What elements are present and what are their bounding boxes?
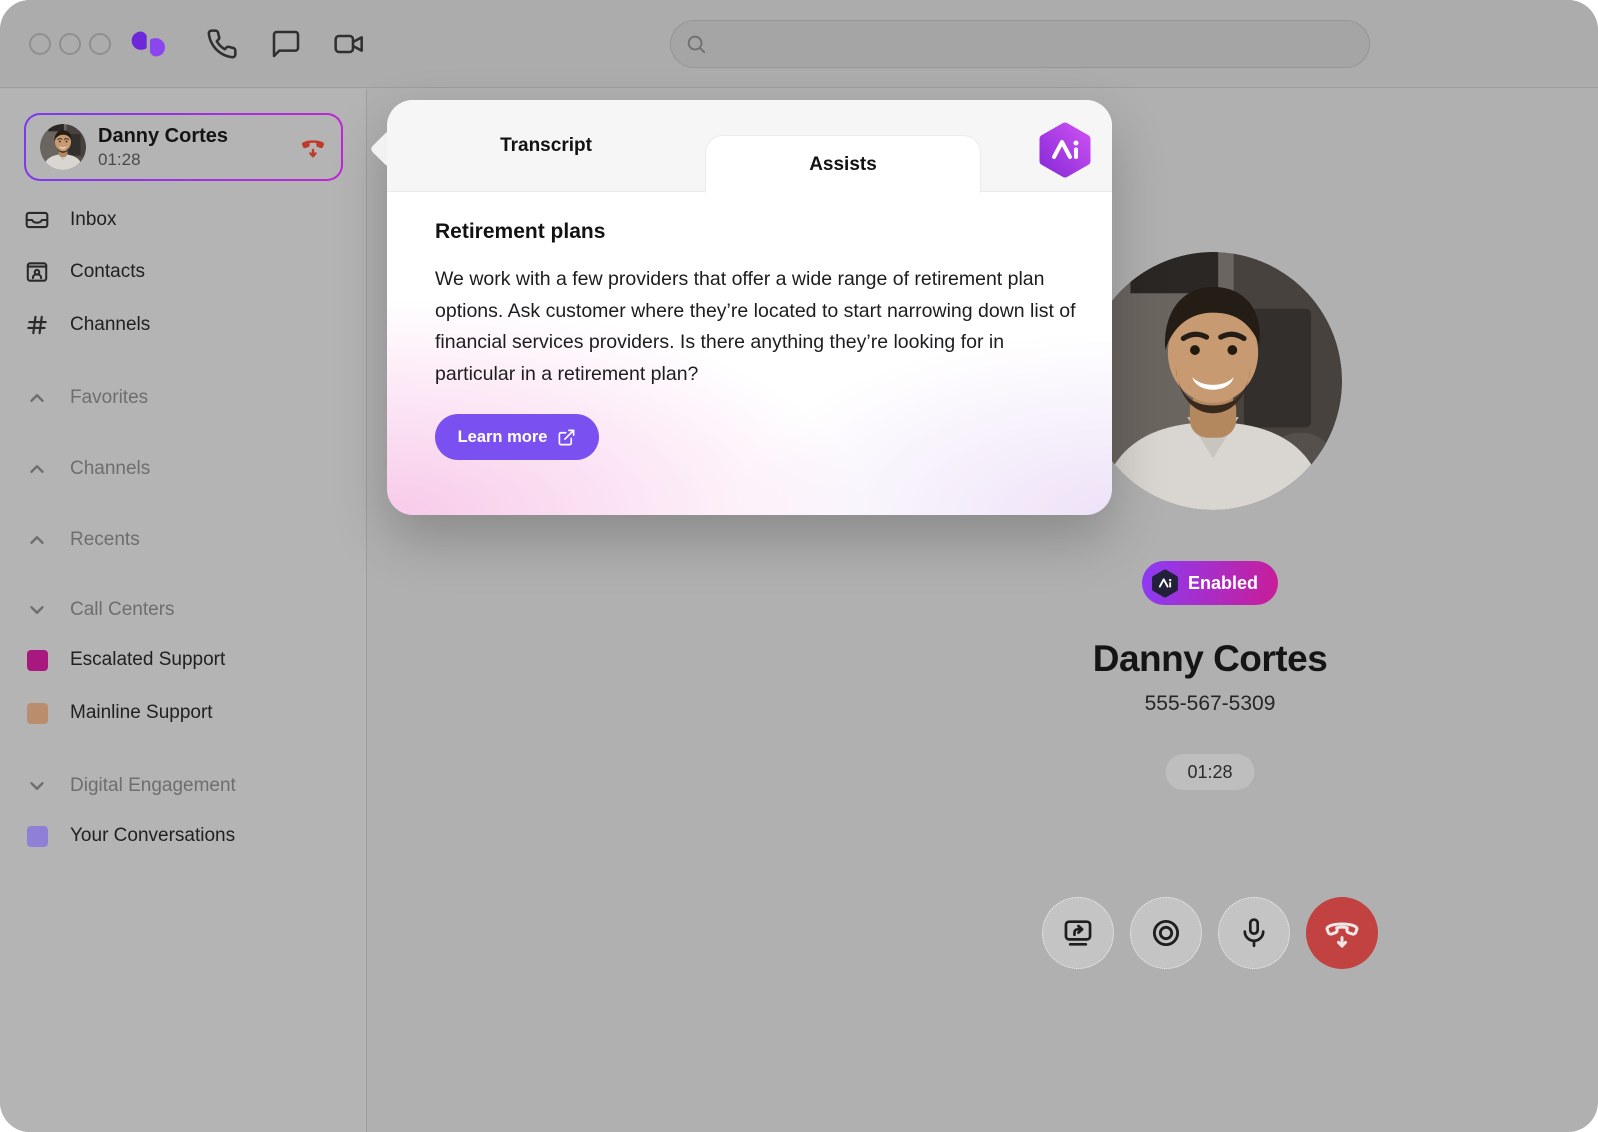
chat-icon[interactable] — [270, 28, 302, 60]
chevron-down-icon — [24, 773, 50, 799]
search-icon — [685, 33, 707, 55]
active-call-timer: 01:28 — [98, 150, 299, 170]
tab-label: Assists — [809, 154, 877, 176]
hash-icon — [24, 312, 50, 338]
learn-more-label: Learn more — [458, 428, 548, 447]
ai-assist-card: Transcript Assists — [387, 100, 1112, 515]
sidebar-item-channels[interactable]: Channels — [24, 305, 356, 345]
video-icon[interactable] — [333, 28, 365, 60]
assist-card-tabs: Transcript Assists — [387, 100, 1112, 192]
screen-share-button[interactable] — [1042, 897, 1114, 969]
chevron-down-icon — [24, 597, 50, 623]
ai-badge-label: Enabled — [1188, 573, 1258, 594]
sidebar-item-your-conversations[interactable]: Your Conversations — [24, 816, 356, 856]
sidebar-group-label: Channels — [70, 458, 150, 480]
caller-phone: 555-567-5309 — [1145, 692, 1276, 716]
sidebar-group-call-centers[interactable]: Call Centers — [24, 590, 356, 630]
sidebar-group-favorites[interactable]: Favorites — [24, 378, 356, 418]
title-bar — [0, 0, 1598, 88]
hangup-icon[interactable] — [299, 132, 327, 162]
sidebar-group-digital-engagement[interactable]: Digital Engagement — [24, 766, 356, 806]
record-icon — [1149, 916, 1183, 950]
active-call-name: Danny Cortes — [98, 125, 299, 148]
sidebar-group-label: Call Centers — [70, 599, 175, 621]
channel-color-swatch — [24, 700, 50, 726]
contacts-icon — [24, 259, 50, 285]
sidebar-item-label: Escalated Support — [70, 649, 225, 671]
sidebar-group-label: Favorites — [70, 387, 148, 409]
call-timer-pill: 01:28 — [1165, 754, 1254, 790]
hangup-icon — [1322, 913, 1362, 953]
external-link-icon — [557, 428, 576, 447]
app-window: Danny Cortes 01:28 Inbox — [0, 0, 1598, 1132]
search-input[interactable] — [715, 34, 1369, 54]
sidebar-item-label: Inbox — [70, 209, 116, 231]
mute-button[interactable] — [1218, 897, 1290, 969]
learn-more-button[interactable]: Learn more — [435, 414, 599, 460]
sidebar-item-escalated-support[interactable]: Escalated Support — [24, 640, 356, 680]
active-call-card[interactable]: Danny Cortes 01:28 — [24, 113, 343, 181]
sidebar-item-label: Channels — [70, 314, 150, 336]
tab-assists[interactable]: Assists — [705, 135, 981, 193]
tab-transcript[interactable]: Transcript — [387, 100, 705, 192]
ai-enabled-badge[interactable]: Enabled — [1142, 561, 1278, 605]
hangup-button[interactable] — [1306, 897, 1378, 969]
sidebar-item-contacts[interactable]: Contacts — [24, 252, 356, 292]
mic-icon — [1237, 916, 1271, 950]
sidebar-item-label: Your Conversations — [70, 825, 235, 847]
avatar — [40, 124, 86, 170]
window-close-button[interactable] — [29, 33, 51, 55]
sidebar-item-label: Mainline Support — [70, 702, 213, 724]
call-controls — [1042, 897, 1378, 969]
ai-hexagon-icon — [1151, 569, 1179, 598]
screen-share-icon — [1061, 916, 1095, 950]
inbox-icon — [24, 207, 50, 233]
chevron-up-icon — [24, 385, 50, 411]
ai-hexagon-icon[interactable] — [1038, 122, 1092, 178]
assist-title: Retirement plans — [435, 220, 1083, 244]
sidebar-group-label: Digital Engagement — [70, 775, 236, 797]
sidebar: Danny Cortes 01:28 Inbox — [0, 89, 367, 1132]
caller-name: Danny Cortes — [1093, 638, 1328, 680]
sidebar-group-channels[interactable]: Channels — [24, 449, 356, 489]
channel-color-swatch — [24, 647, 50, 673]
sidebar-group-label: Recents — [70, 529, 140, 551]
tab-label: Transcript — [500, 135, 592, 157]
record-button[interactable] — [1130, 897, 1202, 969]
window-minimize-button[interactable] — [59, 33, 81, 55]
channel-color-swatch — [24, 823, 50, 849]
sidebar-item-label: Contacts — [70, 261, 145, 283]
window-zoom-button[interactable] — [89, 33, 111, 55]
assist-body-text: We work with a few providers that offer … — [435, 264, 1083, 390]
chevron-up-icon — [24, 456, 50, 482]
call-timer: 01:28 — [1187, 762, 1232, 783]
chevron-up-icon — [24, 527, 50, 553]
search-bar[interactable] — [670, 20, 1370, 68]
dialpad-logo — [130, 26, 170, 62]
caller-avatar — [1084, 252, 1342, 510]
sidebar-item-inbox[interactable]: Inbox — [24, 200, 356, 240]
sidebar-group-recents[interactable]: Recents — [24, 520, 356, 560]
sidebar-item-mainline-support[interactable]: Mainline Support — [24, 693, 356, 733]
phone-icon[interactable] — [206, 28, 238, 60]
